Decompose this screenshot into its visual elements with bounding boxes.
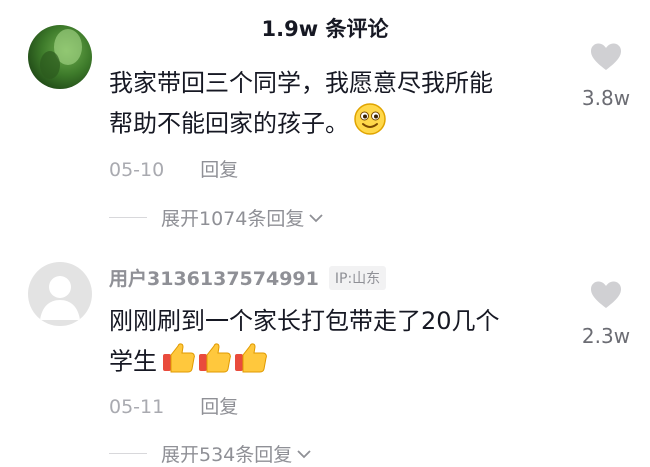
like-button[interactable]: 3.8w: [576, 42, 636, 110]
comment-meta: 05-10 回复: [109, 155, 238, 182]
expand-replies-label: 展开534条回复: [161, 444, 293, 466]
reply-button[interactable]: 回复: [200, 159, 238, 181]
comment-text-line: 刚刚刷到一个家长打包带走了20几个: [109, 307, 500, 335]
comments-header-title: 1.9w 条评论: [261, 17, 389, 41]
avatar[interactable]: [28, 25, 92, 89]
heart-icon: [591, 281, 621, 308]
like-button[interactable]: 2.3w: [576, 280, 636, 348]
thumbs-up-emoji-icon: [161, 340, 269, 385]
comment-text-line: 帮助不能回家的孩子。: [109, 102, 569, 147]
comment-date: 05-11: [109, 396, 165, 418]
heart-icon: [591, 43, 621, 70]
comment-text: 刚刚刷到一个家长打包带走了20几个 学生: [109, 302, 569, 385]
comment-text-line-content: 学生: [109, 347, 157, 376]
avatar[interactable]: [28, 262, 92, 326]
comment-meta: 05-11 回复: [109, 392, 238, 419]
username[interactable]: 用户3136137574991: [109, 264, 319, 291]
divider-line: [109, 217, 147, 218]
expand-replies-label: 展开1074条回复: [161, 208, 305, 230]
like-count: 3.8w: [581, 86, 631, 110]
comment-date: 05-10: [109, 159, 165, 181]
default-avatar-icon: [40, 276, 80, 320]
comment-text-line-content: 帮助不能回家的孩子。: [109, 109, 349, 138]
ip-location-badge: IP:山东: [328, 265, 387, 290]
reply-button[interactable]: 回复: [200, 396, 238, 418]
comment-username-row: 用户3136137574991 IP:山东: [109, 264, 387, 291]
divider-line: [109, 453, 147, 454]
like-count: 2.3w: [581, 324, 631, 348]
comment-text-line: 学生: [109, 340, 569, 385]
expand-replies-button[interactable]: 展开1074条回复: [109, 204, 324, 231]
comment-text: 我家带回三个同学，我愿意尽我所能 帮助不能回家的孩子。: [109, 64, 569, 147]
expand-replies-button[interactable]: 展开534条回复: [109, 440, 312, 467]
chevron-down-icon: [309, 213, 323, 222]
smile-emoji-icon: [353, 102, 387, 147]
comment-text-line: 我家带回三个同学，我愿意尽我所能: [109, 69, 493, 97]
avatar-image: [40, 29, 82, 79]
